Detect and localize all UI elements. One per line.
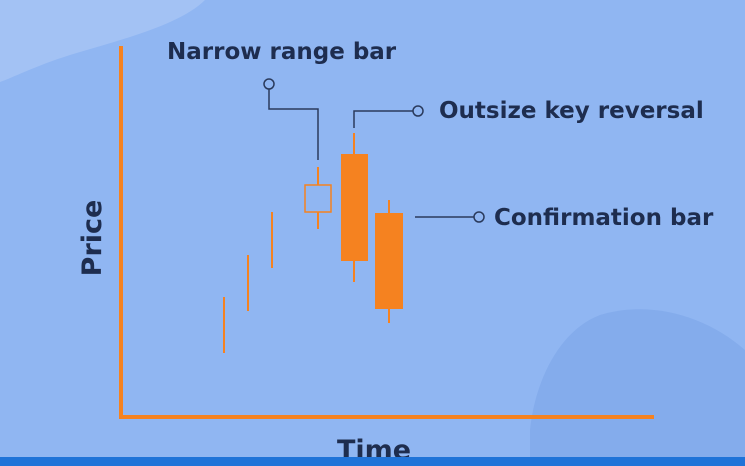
narrow-range-candle (304, 167, 332, 229)
bottom-bar (0, 457, 745, 466)
y-axis-label: Price (77, 200, 108, 277)
confirmation-bar-label: Confirmation bar (494, 205, 714, 231)
diagram-canvas: Narrow range bar Outsize key reversal Co… (0, 0, 745, 466)
background-blob-bottom-right (530, 309, 745, 466)
narrow-range-leader (263, 78, 319, 160)
confirmation-candle (375, 200, 403, 323)
confirmation-leader (415, 211, 485, 223)
outsize-key-reversal-label: Outsize key reversal (439, 98, 704, 124)
narrow-range-bar-label: Narrow range bar (167, 39, 397, 65)
outsize-reversal-leader (353, 105, 424, 128)
outsize-key-reversal-candle (341, 133, 368, 282)
